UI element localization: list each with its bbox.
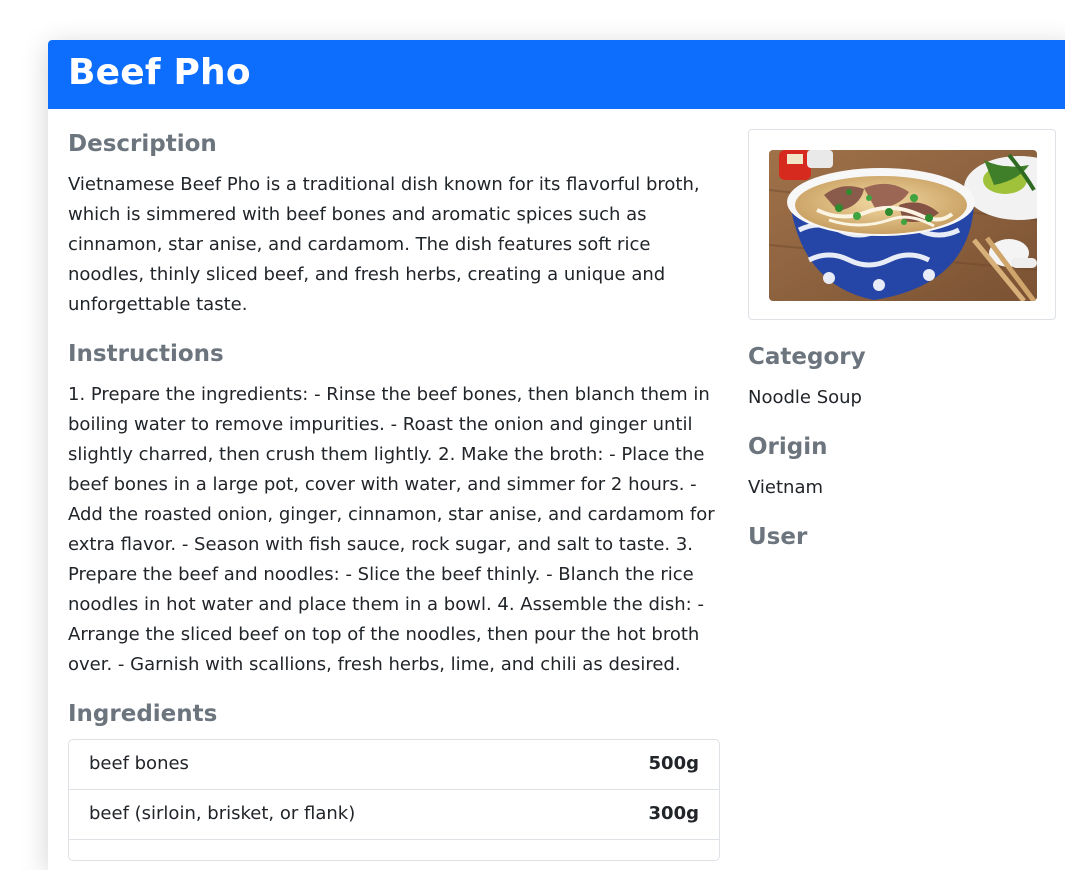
ingredient-name: beef bones bbox=[89, 753, 189, 774]
ingredient-row bbox=[69, 840, 719, 860]
ingredient-row: beef (sirloin, brisket, or flank) 300g bbox=[69, 790, 719, 840]
origin-value: Vietnam bbox=[748, 477, 824, 498]
instructions-heading: Instructions bbox=[68, 341, 224, 367]
dish-image bbox=[769, 150, 1037, 301]
ingredient-row: beef bones 500g bbox=[69, 740, 719, 790]
recipe-card: Beef Pho Description Vietnamese Beef Pho… bbox=[48, 40, 1065, 870]
dish-image-frame bbox=[748, 129, 1056, 320]
ingredient-quantity: 300g bbox=[648, 803, 699, 824]
ingredients-heading: Ingredients bbox=[68, 701, 218, 727]
user-heading: User bbox=[748, 524, 808, 550]
ingredient-name: beef (sirloin, brisket, or flank) bbox=[89, 803, 356, 824]
category-heading: Category bbox=[748, 344, 866, 370]
origin-heading: Origin bbox=[748, 434, 828, 460]
description-heading: Description bbox=[68, 131, 217, 157]
instructions-text: 1. Prepare the ingredients: - Rinse the … bbox=[68, 384, 715, 675]
ingredient-quantity: 500g bbox=[648, 753, 699, 774]
recipe-title: Beef Pho bbox=[68, 52, 251, 93]
category-value: Noodle Soup bbox=[748, 387, 862, 408]
recipe-header: Beef Pho bbox=[48, 40, 1065, 109]
description-text: Vietnamese Beef Pho is a traditional dis… bbox=[68, 174, 700, 315]
ingredients-list: beef bones 500g beef (sirloin, brisket, … bbox=[68, 739, 720, 861]
